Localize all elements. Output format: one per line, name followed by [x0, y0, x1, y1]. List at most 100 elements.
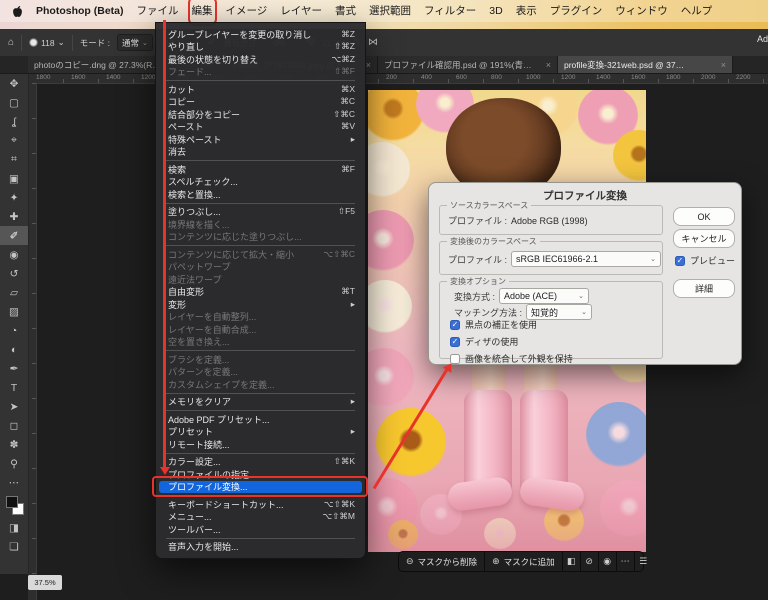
edit-menu-item-39[interactable]: カラー設定... ⇧⌘K [156, 456, 365, 469]
destination-profile-select[interactable]: sRGB IEC61966-2.1 ⌄ [511, 251, 662, 267]
close-icon[interactable]: × [366, 60, 371, 70]
edit-menu-item-3[interactable]: フェード... ⇧⌘F [156, 66, 365, 79]
edit-toolbar-icon[interactable]: ⋯ [0, 473, 28, 492]
close-icon[interactable]: × [546, 60, 551, 70]
menubar-item-image[interactable]: イメージ [226, 0, 268, 22]
quick-mask-icon[interactable]: ◨ [0, 518, 28, 537]
zoom-level-field[interactable]: 37.5% [28, 575, 62, 590]
dialog-checkbox-row[interactable]: 画像を統合して外観を保持 [450, 352, 573, 365]
edit-menu-item-23[interactable]: 自由変形 ⌘T [156, 286, 365, 299]
advanced-button[interactable]: 詳細 [673, 279, 735, 298]
dialog-checkbox-row[interactable]: ✓ 黒点の補正を使用 [450, 318, 573, 331]
menubar-item-photoshop[interactable]: Photoshop (Beta) [36, 0, 124, 22]
menubar-item-plugins[interactable]: プラグイン [550, 0, 603, 22]
remove-from-mask-button[interactable]: ⊖ マスクから削除 [399, 552, 486, 571]
pen-tool[interactable]: ✒ [0, 359, 28, 378]
adjustments-icon[interactable]: ☰ [635, 552, 652, 571]
menubar-item-help[interactable]: ヘルプ [681, 0, 713, 22]
menubar-item-3d[interactable]: 3D [489, 0, 502, 22]
visibility-icon[interactable]: ◉ [599, 552, 617, 571]
edit-menu-item-29[interactable]: ブラシを定義... [156, 353, 365, 366]
eyedropper-tool[interactable]: ✦ [0, 188, 28, 207]
preview-checkbox[interactable]: ✓ [675, 255, 685, 266]
edit-menu-item-21[interactable]: パペットワープ [156, 261, 365, 274]
edit-menu-item-31[interactable]: カスタムシェイプを定義... [156, 378, 365, 391]
edit-menu-item-44[interactable]: メニュー... ⌥⇧⌘M [156, 511, 365, 524]
clone-stamp-tool[interactable]: ◉ [0, 245, 28, 264]
subtract-mask-icon[interactable]: ⊘ [581, 552, 599, 571]
ok-button[interactable]: OK [673, 207, 735, 226]
hand-tool[interactable]: ✽ [0, 435, 28, 454]
share-button-truncated[interactable]: Ado [757, 34, 768, 44]
edit-menu-item-12[interactable]: 検索 ⌘F [156, 163, 365, 176]
healing-brush-tool[interactable]: ✚ [0, 207, 28, 226]
edit-menu-item-33[interactable]: メモリをクリア ▸ [156, 396, 365, 409]
document-tab-3[interactable]: プロファイル確認用.psd @ 191%(青… × [378, 56, 558, 73]
type-tool[interactable]: T [0, 378, 28, 397]
edit-menu-item-1[interactable]: やり直し ⇧⌘Z [156, 41, 365, 54]
color-swatches[interactable] [0, 492, 28, 518]
symmetry-icon[interactable]: ⋈ [368, 37, 378, 48]
brush-preset-picker[interactable]: 118 ⌄ [29, 37, 65, 48]
menubar-item-filter[interactable]: フィルター [424, 0, 476, 22]
black-point-compensation-checkbox[interactable]: ✓ [450, 319, 460, 330]
edit-menu-item-0[interactable]: グループレイヤーを変更の取り消し ⌘Z [156, 28, 365, 41]
path-selection-tool[interactable]: ➤ [0, 397, 28, 416]
marquee-tool[interactable]: ▢ [0, 93, 28, 112]
gradient-tool[interactable]: ▨ [0, 302, 28, 321]
more-options-icon[interactable]: ⋯ [617, 552, 635, 571]
edit-menu-item-10[interactable]: 消去 [156, 146, 365, 159]
invert-mask-icon[interactable]: ◧ [563, 552, 581, 571]
flatten-image-checkbox[interactable] [450, 353, 460, 364]
edit-menu-item-25[interactable]: レイヤーを自動整列... [156, 311, 365, 324]
add-to-mask-button[interactable]: ⊕ マスクに追加 [485, 552, 563, 571]
edit-menu-item-36[interactable]: プリセット ▸ [156, 426, 365, 439]
menubar-item-layer[interactable]: レイヤー [280, 0, 322, 22]
shape-tool[interactable]: ◻ [0, 416, 28, 435]
blur-tool[interactable]: ◔ [0, 321, 28, 340]
apple-menu-icon[interactable] [12, 5, 23, 18]
menubar-item-type[interactable]: 書式 [335, 0, 356, 22]
menubar-item-file[interactable]: ファイル [137, 0, 179, 22]
edit-menu-item-16[interactable]: 塗りつぶし... ⇧F5 [156, 206, 365, 219]
home-icon[interactable]: ⌂ [8, 37, 14, 48]
edit-menu-item-45[interactable]: ツールバー... [156, 523, 365, 536]
edit-menu-item-17[interactable]: 境界線を描く... [156, 218, 365, 231]
zoom-tool[interactable]: ⚲ [0, 454, 28, 473]
edit-menu-item-24[interactable]: 変形 ▸ [156, 298, 365, 311]
dialog-checkbox-row[interactable]: ✓ ディザの使用 [450, 335, 573, 348]
edit-menu-item-2[interactable]: 最後の状態を切り替え ⌥⌘Z [156, 53, 365, 66]
brush-tool[interactable]: ✐ [0, 226, 28, 245]
edit-menu-item-27[interactable]: 空を置き換え... [156, 336, 365, 349]
use-dither-checkbox[interactable]: ✓ [450, 336, 460, 347]
menubar-item-window[interactable]: ウィンドウ [615, 0, 668, 22]
preview-checkbox-row[interactable]: ✓ プレビュー [675, 254, 735, 267]
edit-menu-item-18[interactable]: コンテンツに応じた塗りつぶし... [156, 231, 365, 244]
edit-menu-item-9[interactable]: 特殊ペースト ▸ [156, 133, 365, 146]
edit-menu-item-6[interactable]: コピー ⌘C [156, 96, 365, 109]
history-brush-tool[interactable]: ↺ [0, 264, 28, 283]
dodge-tool[interactable]: ◐ [0, 340, 28, 359]
object-selection-tool[interactable]: ⌖ [0, 131, 28, 150]
cancel-button[interactable]: キャンセル [673, 229, 735, 248]
eraser-tool[interactable]: ▱ [0, 283, 28, 302]
edit-menu-item-26[interactable]: レイヤーを自動合成... [156, 323, 365, 336]
document-tab-4[interactable]: profile変換-321web.psd @ 37… × [558, 56, 733, 73]
menubar-item-select[interactable]: 選択範囲 [369, 0, 411, 22]
screen-mode-icon[interactable]: ❏ [0, 537, 28, 556]
frame-tool[interactable]: ▣ [0, 169, 28, 188]
edit-menu-item-20[interactable]: コンテンツに応じて拡大・縮小 ⌥⇧⌘C [156, 248, 365, 261]
blend-mode-select[interactable]: 通常 ⌄ [116, 34, 153, 51]
foreground-color-swatch[interactable] [6, 496, 18, 508]
edit-menu-item-35[interactable]: Adobe PDF プリセット... [156, 413, 365, 426]
edit-menu-item-37[interactable]: リモート接続... [156, 438, 365, 451]
engine-select[interactable]: Adobe (ACE) ⌄ [499, 288, 590, 304]
edit-menu-item-13[interactable]: スペルチェック... [156, 176, 365, 189]
move-tool[interactable]: ✥ [0, 74, 28, 93]
edit-menu-item-22[interactable]: 遠近法ワープ [156, 273, 365, 286]
close-icon[interactable]: × [721, 60, 726, 70]
lasso-tool[interactable]: ʆ [0, 112, 28, 131]
menubar-item-edit[interactable]: 編集 [187, 0, 217, 26]
edit-menu-item-14[interactable]: 検索と置換... [156, 188, 365, 201]
menubar-item-view[interactable]: 表示 [516, 0, 537, 22]
